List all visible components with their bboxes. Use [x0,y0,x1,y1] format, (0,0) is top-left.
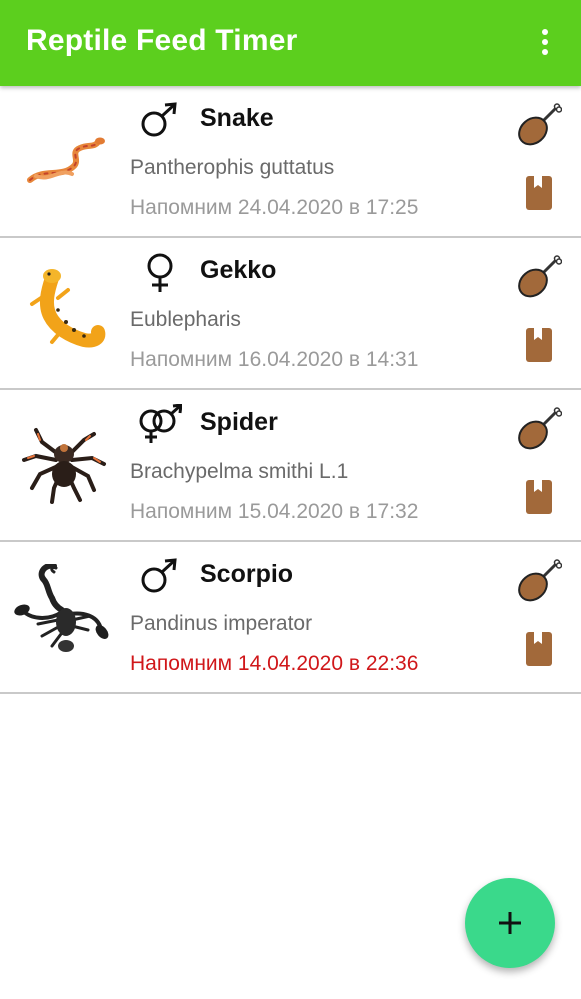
animal-name: Snake [200,104,274,132]
animal-name: Spider [200,408,278,436]
animal-row-scorpio[interactable]: Scorpio Pandinus imperator Напомним 14.0… [0,542,581,694]
more-vert-icon[interactable] [530,24,560,60]
bookmark-book-icon[interactable] [524,478,554,516]
emperor-scorpion-photo [14,564,109,652]
feeding-reminder: Напомним 15.04.2020 в 17:32 [130,500,419,523]
animal-row-gekko[interactable]: Gekko Eublepharis Напомним 16.04.2020 в … [0,238,581,390]
drumstick-icon[interactable] [514,558,562,606]
animal-species: Pandinus imperator [130,612,313,635]
animal-species: Pantherophis guttatus [130,156,335,179]
tarantula-photo [22,428,106,504]
drumstick-icon[interactable] [514,102,562,150]
animal-list: Snake Pantherophis guttatus Напомним 24.… [0,86,581,694]
animal-name: Scorpio [200,560,294,588]
corn-snake-photo [27,137,105,183]
leopard-gecko-photo [30,269,106,348]
bookmark-book-icon[interactable] [524,326,554,364]
app-bar: Reptile Feed Timer [0,0,581,86]
feeding-reminder-overdue: Напомним 14.04.2020 в 22:36 [130,652,419,675]
drumstick-icon[interactable] [514,406,562,454]
bookmark-book-icon[interactable] [524,174,554,212]
bookmark-book-icon[interactable] [524,630,554,668]
hermaphrodite-symbol-icon [139,404,182,443]
female-symbol-icon [147,253,173,292]
feeding-reminder: Напомним 16.04.2020 в 14:31 [130,348,419,371]
feeding-reminder: Напомним 24.04.2020 в 17:25 [130,196,419,219]
male-symbol-icon [141,102,177,137]
app-title: Reptile Feed Timer [26,24,298,57]
animal-row-snake[interactable]: Snake Pantherophis guttatus Напомним 24.… [0,86,581,238]
animal-species: Brachypelma smithi L.1 [130,460,349,483]
drumstick-icon[interactable] [514,254,562,302]
plus-icon [499,912,521,934]
animal-species: Eublepharis [130,308,241,331]
add-animal-button[interactable] [465,878,555,968]
animal-row-spider[interactable]: Spider Brachypelma smithi L.1 Напомним 1… [0,390,581,542]
male-symbol-icon [141,558,177,593]
animal-name: Gekko [200,256,277,284]
